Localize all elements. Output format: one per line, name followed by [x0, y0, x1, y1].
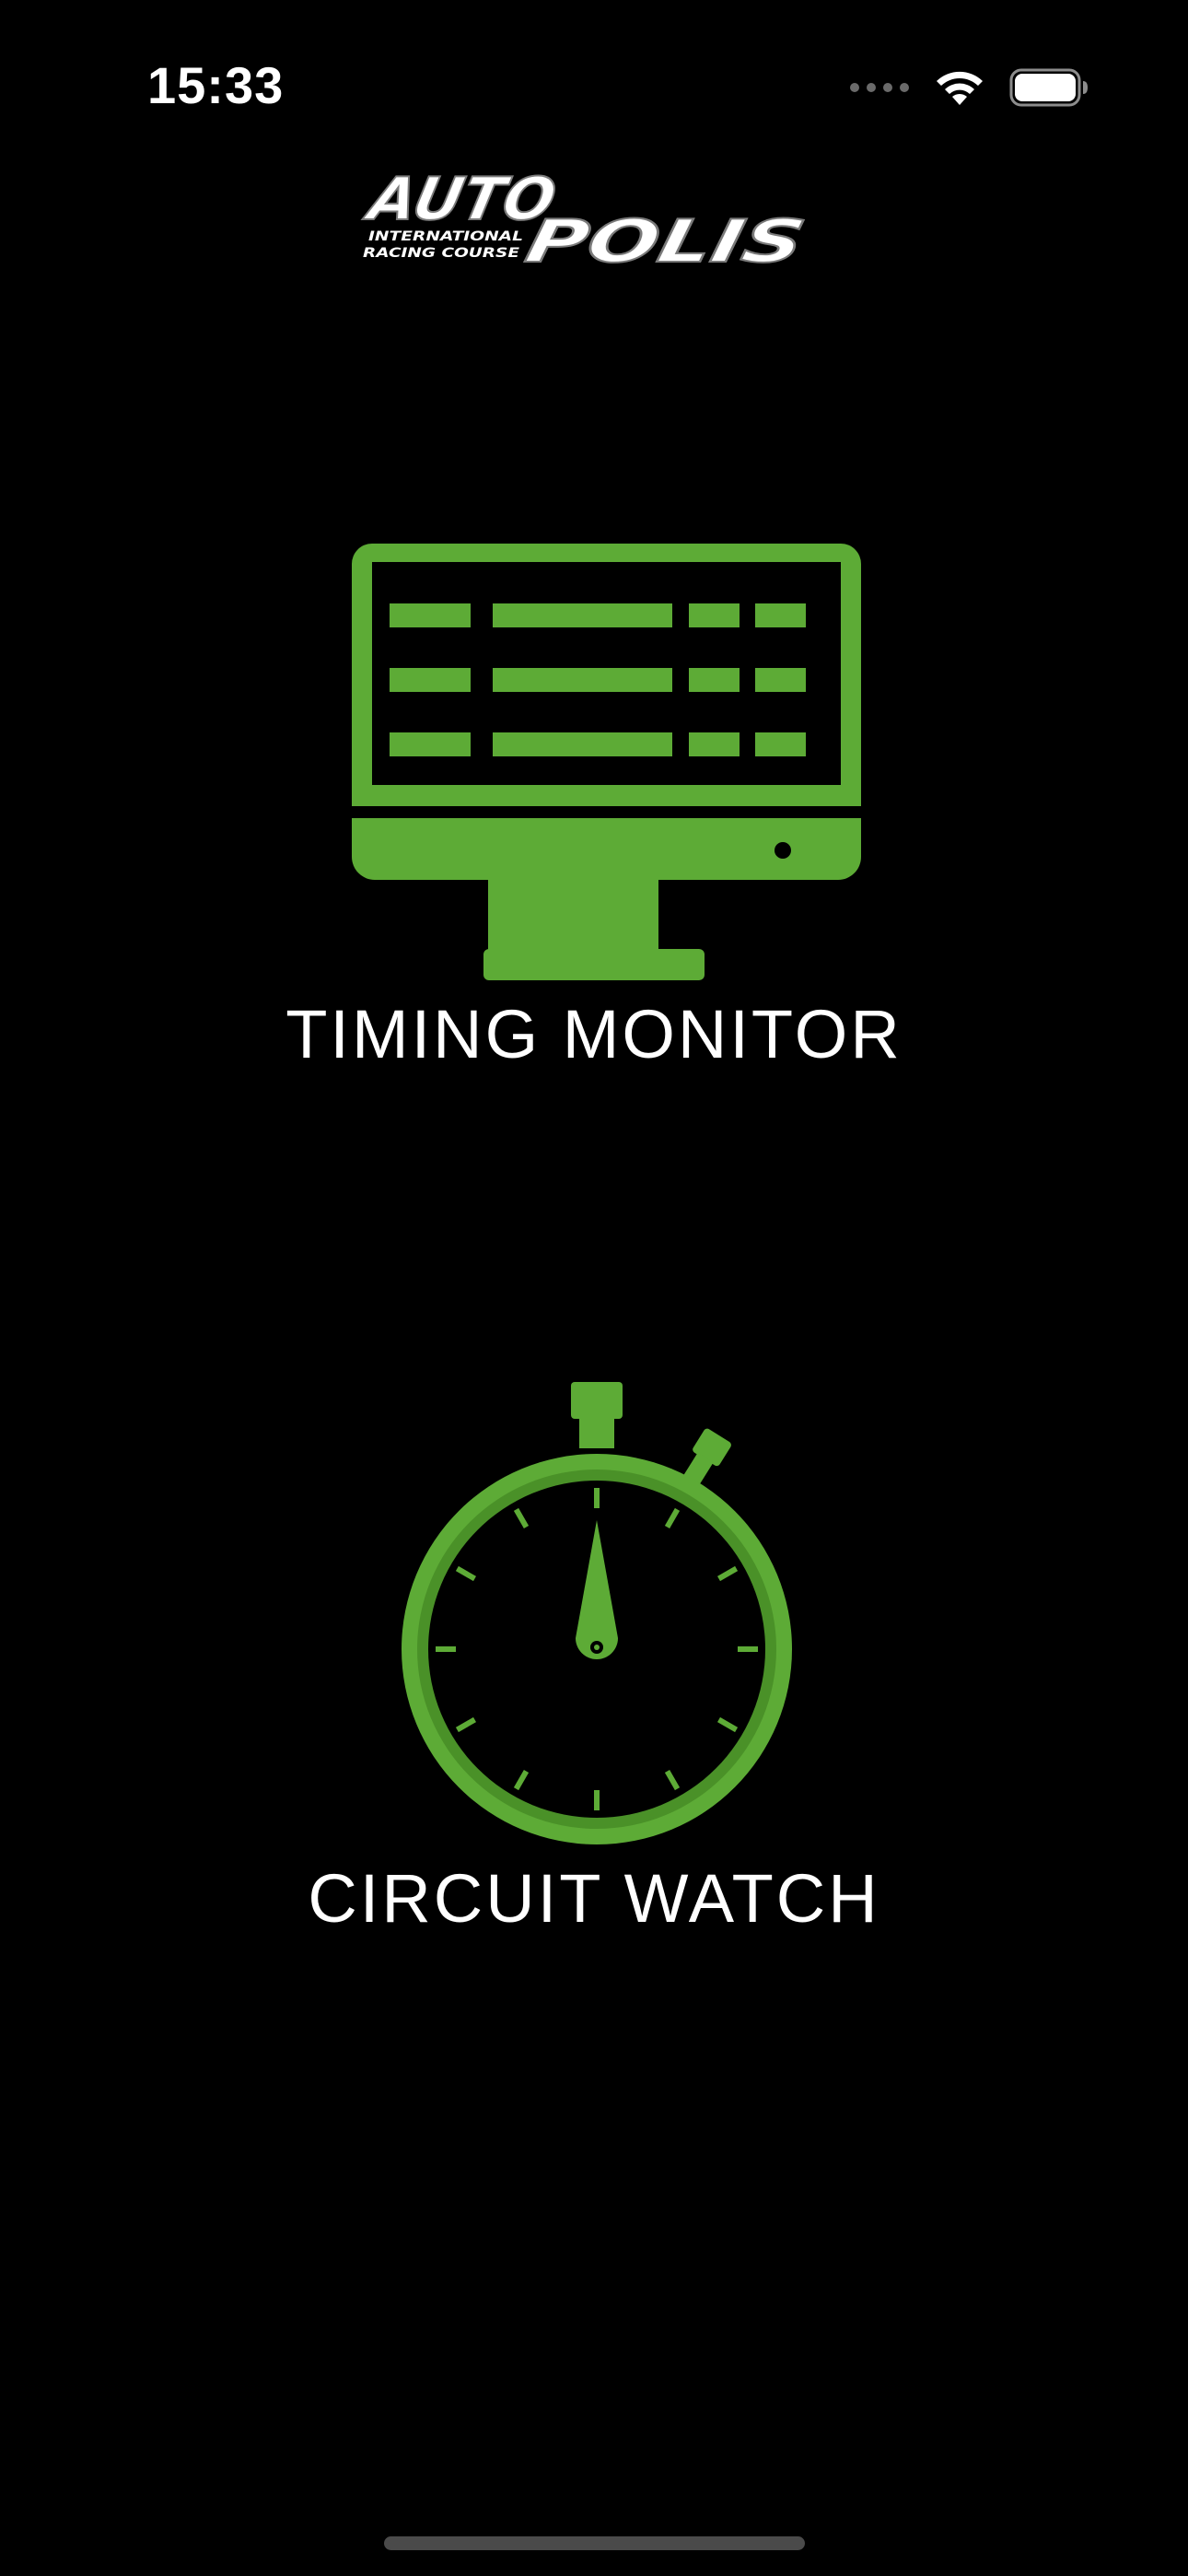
timing-monitor-button[interactable]: TIMING MONITOR — [226, 544, 962, 1078]
circuit-watch-button[interactable]: CIRCUIT WATCH — [226, 1377, 962, 1949]
autopolis-logo: AUTO POLIS INTERNATIONAL RACING COURSE — [359, 166, 811, 276]
timing-monitor-label: TIMING MONITOR — [285, 996, 903, 1072]
status-icons — [849, 64, 1089, 111]
home-indicator[interactable] — [384, 2536, 805, 2550]
logo-subtitle-line2: RACING COURSE — [363, 246, 520, 261]
monitor-icon — [352, 544, 861, 980]
wifi-icon — [937, 71, 983, 105]
cellular-signal-icon — [850, 83, 909, 92]
circuit-watch-label: CIRCUIT WATCH — [308, 1860, 880, 1937]
status-bar: 15:33 — [0, 0, 1188, 175]
stopwatch-icon — [402, 1382, 792, 1844]
battery-icon — [1009, 68, 1088, 107]
logo-text-polis: POLIS — [520, 208, 811, 276]
status-time: 15:33 — [147, 56, 285, 114]
logo-subtitle-line1: INTERNATIONAL — [368, 229, 523, 244]
